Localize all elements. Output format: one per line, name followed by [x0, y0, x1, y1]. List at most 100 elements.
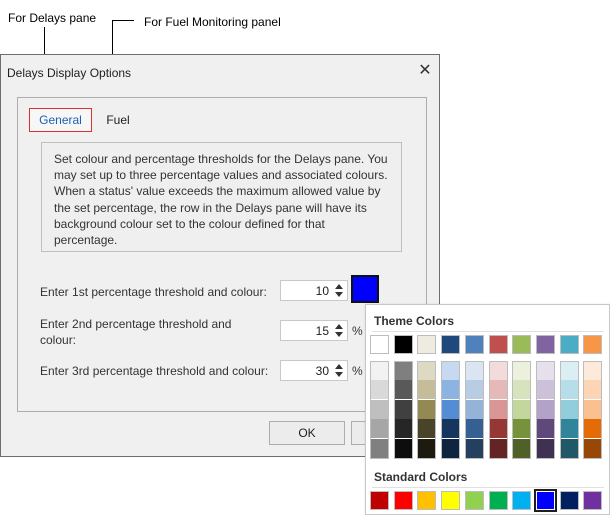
theme-shade-swatch[interactable] — [489, 362, 507, 380]
theme-shade-swatch[interactable] — [418, 399, 436, 419]
standard-colors-heading: Standard Colors — [374, 470, 468, 484]
standard-color-swatch[interactable] — [512, 491, 532, 510]
ok-button[interactable]: OK — [269, 421, 345, 445]
theme-shade-swatch[interactable] — [513, 362, 531, 380]
theme-shade-swatch[interactable] — [442, 362, 460, 380]
theme-shade-swatch[interactable] — [584, 362, 602, 380]
theme-shade-swatch[interactable] — [513, 438, 531, 458]
theme-shade-swatch[interactable] — [584, 380, 602, 400]
theme-shade-swatch[interactable] — [489, 438, 507, 458]
callout-delays-pane: For Delays pane — [8, 11, 97, 25]
theme-colors-heading: Theme Colors — [374, 314, 455, 328]
theme-color-swatch[interactable] — [417, 335, 437, 354]
theme-color-swatch[interactable] — [393, 335, 413, 354]
tab-fuel[interactable]: Fuel — [98, 108, 138, 132]
theme-color-swatch[interactable] — [441, 335, 461, 354]
theme-shade-swatch[interactable] — [394, 438, 412, 458]
theme-shade-swatch[interactable] — [560, 399, 578, 419]
theme-shade-swatch[interactable] — [536, 362, 554, 380]
theme-shade-swatch[interactable] — [560, 380, 578, 400]
theme-shade-swatch[interactable] — [418, 362, 436, 380]
theme-color-swatch[interactable] — [583, 335, 603, 354]
theme-shade-swatch[interactable] — [442, 419, 460, 439]
theme-shade-swatch[interactable] — [536, 380, 554, 400]
theme-shade-swatch[interactable] — [465, 399, 483, 419]
theme-color-swatch[interactable] — [464, 335, 484, 354]
threshold-2-label: Enter 2nd percentage threshold and colou… — [40, 317, 232, 347]
arrow-up-icon[interactable] — [335, 324, 343, 329]
stepper-arrows-icon[interactable] — [333, 362, 345, 379]
theme-shade-column — [370, 361, 389, 459]
theme-shade-swatch[interactable] — [465, 380, 483, 400]
theme-shade-swatch[interactable] — [513, 399, 531, 419]
theme-shade-swatch[interactable] — [536, 399, 554, 419]
theme-shade-swatch[interactable] — [394, 399, 412, 419]
theme-shade-swatch[interactable] — [560, 419, 578, 439]
theme-shade-swatch[interactable] — [371, 380, 388, 400]
theme-shade-column — [441, 361, 461, 459]
theme-shade-swatch[interactable] — [536, 438, 554, 458]
stepper-arrows-icon[interactable] — [333, 282, 345, 299]
theme-color-swatch[interactable] — [535, 335, 555, 354]
theme-shade-swatch[interactable] — [442, 380, 460, 400]
theme-shade-swatch[interactable] — [371, 438, 388, 458]
theme-shade-swatch[interactable] — [442, 438, 460, 458]
theme-color-swatch[interactable] — [512, 335, 532, 354]
threshold-2-stepper[interactable]: 15 — [280, 320, 348, 341]
standard-color-swatch[interactable] — [559, 491, 579, 510]
theme-shade-column — [512, 361, 532, 459]
standard-color-swatch[interactable] — [417, 491, 437, 510]
threshold-1-stepper[interactable]: 10 — [280, 280, 348, 301]
standard-color-swatch[interactable] — [533, 489, 557, 512]
theme-shade-swatch[interactable] — [465, 438, 483, 458]
standard-color-swatch[interactable] — [393, 491, 413, 510]
threshold-1-label: Enter 1st percentage threshold and colou… — [40, 285, 267, 299]
theme-shade-swatch[interactable] — [584, 399, 602, 419]
theme-shade-swatch[interactable] — [418, 419, 436, 439]
stepper-arrows-icon[interactable] — [333, 322, 345, 339]
theme-color-swatch[interactable] — [559, 335, 579, 354]
theme-shade-swatch[interactable] — [394, 419, 412, 439]
theme-shade-swatch[interactable] — [513, 380, 531, 400]
theme-shade-swatch[interactable] — [371, 419, 388, 439]
theme-shade-swatch[interactable] — [442, 399, 460, 419]
arrow-down-icon[interactable] — [335, 372, 343, 377]
theme-shade-swatch[interactable] — [394, 362, 412, 380]
theme-shade-swatch[interactable] — [584, 438, 602, 458]
theme-shade-column — [417, 361, 437, 459]
standard-color-swatch[interactable] — [488, 491, 508, 510]
theme-shade-swatch[interactable] — [371, 399, 388, 419]
theme-color-swatch[interactable] — [370, 335, 389, 354]
close-icon[interactable]: ✕ — [412, 58, 438, 82]
arrow-up-icon[interactable] — [335, 284, 343, 289]
standard-color-swatch[interactable] — [583, 491, 603, 510]
theme-shade-swatch[interactable] — [584, 419, 602, 439]
theme-shade-swatch[interactable] — [371, 362, 388, 380]
theme-shade-swatch[interactable] — [418, 380, 436, 400]
threshold-3-stepper[interactable]: 30 — [280, 360, 348, 381]
tab-general[interactable]: General — [29, 108, 92, 132]
theme-color-swatch[interactable] — [488, 335, 508, 354]
theme-shade-swatch[interactable] — [489, 399, 507, 419]
arrow-up-icon[interactable] — [335, 364, 343, 369]
callout-line-fuel-h — [112, 20, 134, 21]
theme-shade-swatch[interactable] — [418, 438, 436, 458]
arrow-down-icon[interactable] — [335, 292, 343, 297]
theme-shade-swatch[interactable] — [560, 362, 578, 380]
standard-color-swatch[interactable] — [441, 491, 461, 510]
theme-shade-swatch[interactable] — [394, 380, 412, 400]
standard-color-swatch[interactable] — [464, 491, 484, 510]
threshold-1-color-button[interactable] — [351, 275, 379, 303]
theme-shade-swatch[interactable] — [465, 362, 483, 380]
theme-shade-swatch[interactable] — [536, 419, 554, 439]
standard-color-swatch[interactable] — [370, 491, 389, 510]
theme-shade-swatch[interactable] — [513, 419, 531, 439]
theme-separator — [372, 331, 604, 332]
arrow-down-icon[interactable] — [335, 332, 343, 337]
threshold-3-value: 30 — [315, 364, 329, 378]
theme-shade-swatch[interactable] — [489, 380, 507, 400]
theme-shade-swatch[interactable] — [489, 419, 507, 439]
theme-shade-swatch[interactable] — [465, 419, 483, 439]
theme-shade-swatch[interactable] — [560, 438, 578, 458]
callout-fuel-panel: For Fuel Monitoring panel — [144, 15, 281, 29]
